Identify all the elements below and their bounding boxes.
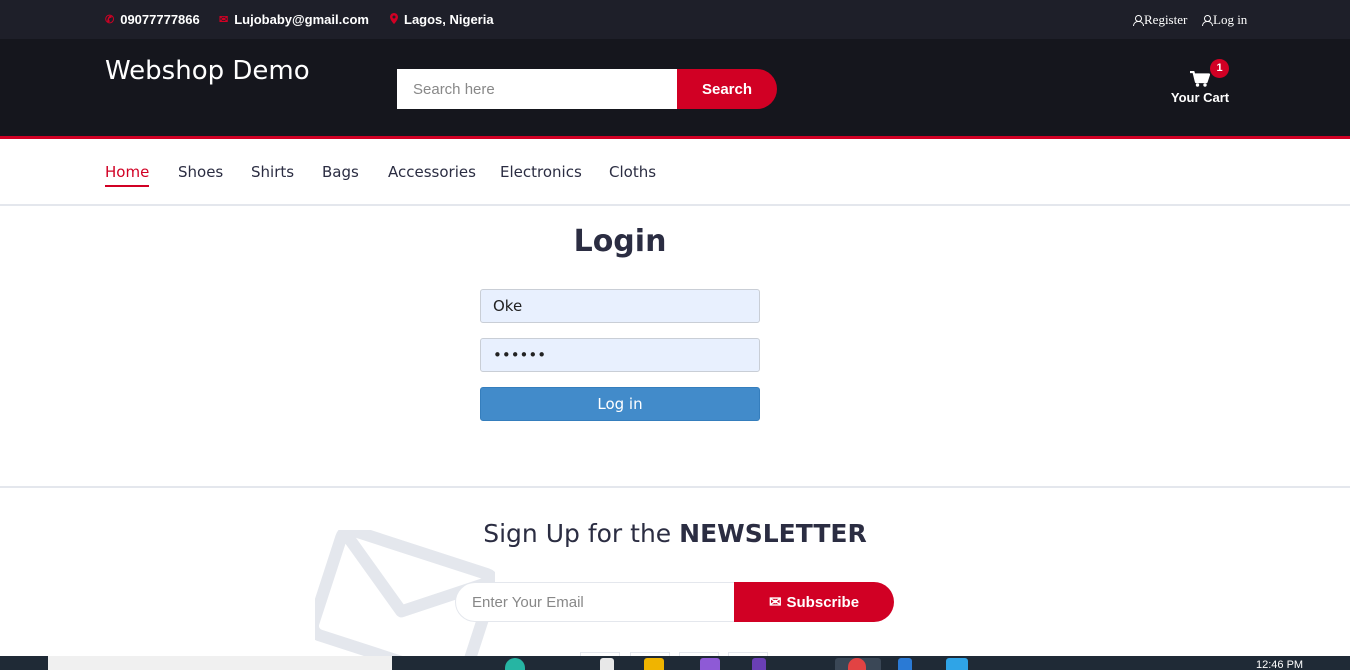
os-taskbar: 12:46 PM (0, 656, 1350, 670)
login-label: Log in (1213, 12, 1248, 27)
username-field[interactable] (480, 289, 760, 323)
header-location[interactable]: Lagos, Nigeria (390, 12, 494, 27)
nav-item-home[interactable]: Home (105, 163, 150, 187)
phone-icon: ✆ (105, 14, 115, 26)
password-field[interactable] (480, 338, 760, 372)
main-navigation: Home Shoes Shirts Bags Accessories Elect… (0, 142, 1350, 206)
search-input[interactable] (397, 69, 677, 109)
subscribe-button[interactable]: ✉ Subscribe (734, 582, 894, 622)
login-title: Login (573, 224, 667, 259)
nav-item-cloths[interactable]: Cloths (609, 163, 656, 185)
visual-studio-icon[interactable] (700, 658, 720, 670)
header-email[interactable]: ✉ Lujobaby@gmail.com (219, 12, 369, 27)
map-marker-icon (390, 12, 398, 27)
register-label: Register (1144, 12, 1188, 27)
taskbar-app-icon[interactable] (946, 658, 968, 670)
newsletter-title-bold: NEWSLETTER (679, 519, 867, 548)
chrome-icon[interactable] (848, 658, 866, 670)
taskbar-search-box[interactable] (48, 656, 392, 670)
cart-label: Your Cart (1170, 90, 1230, 105)
header-phone[interactable]: ✆ 09077777866 (105, 12, 200, 27)
section-divider (0, 486, 1350, 488)
taskbar-app-icon[interactable] (505, 658, 525, 670)
login-button[interactable]: Log in (480, 387, 760, 421)
top-bar: ✆ 09077777866 ✉ Lujobaby@gmail.com Lagos… (0, 0, 1350, 39)
envelope-icon: ✉ (768, 594, 782, 611)
nav-item-accessories[interactable]: Accessories (388, 163, 476, 185)
main-header: Webshop Demo Search 1 Your Cart (0, 39, 1350, 139)
taskbar-app-icon[interactable] (898, 658, 912, 670)
cart-button[interactable]: 1 Your Cart (1165, 59, 1235, 113)
phone-text: 09077777866 (120, 12, 200, 27)
search-button[interactable]: Search (677, 69, 777, 109)
taskbar-app-icon[interactable] (600, 658, 614, 670)
email-text: Lujobaby@gmail.com (234, 12, 369, 27)
nav-item-electronics[interactable]: Electronics (500, 163, 582, 185)
nav-item-shoes[interactable]: Shoes (178, 163, 223, 185)
cart-count-badge: 1 (1210, 59, 1229, 78)
subscribe-label: Subscribe (786, 593, 860, 611)
folder-icon[interactable] (644, 658, 664, 670)
newsletter-title: Sign Up for the NEWSLETTER (0, 519, 1350, 548)
nav-item-shirts[interactable]: Shirts (251, 163, 294, 185)
newsletter-title-prefix: Sign Up for the (483, 519, 672, 548)
newsletter-email-input[interactable] (455, 582, 735, 622)
taskbar-clock[interactable]: 12:46 PM (1256, 659, 1303, 670)
shopping-cart-icon (1190, 71, 1210, 87)
user-icon (1202, 15, 1213, 26)
nav-item-bags[interactable]: Bags (322, 163, 359, 185)
login-link[interactable]: Log in (1202, 12, 1247, 28)
register-link[interactable]: Register (1133, 12, 1187, 28)
envelope-icon: ✉ (219, 14, 229, 26)
site-logo[interactable]: Webshop Demo (105, 56, 310, 86)
user-icon (1133, 15, 1144, 26)
location-text: Lagos, Nigeria (404, 12, 494, 27)
taskbar-app-icon[interactable] (752, 658, 766, 670)
